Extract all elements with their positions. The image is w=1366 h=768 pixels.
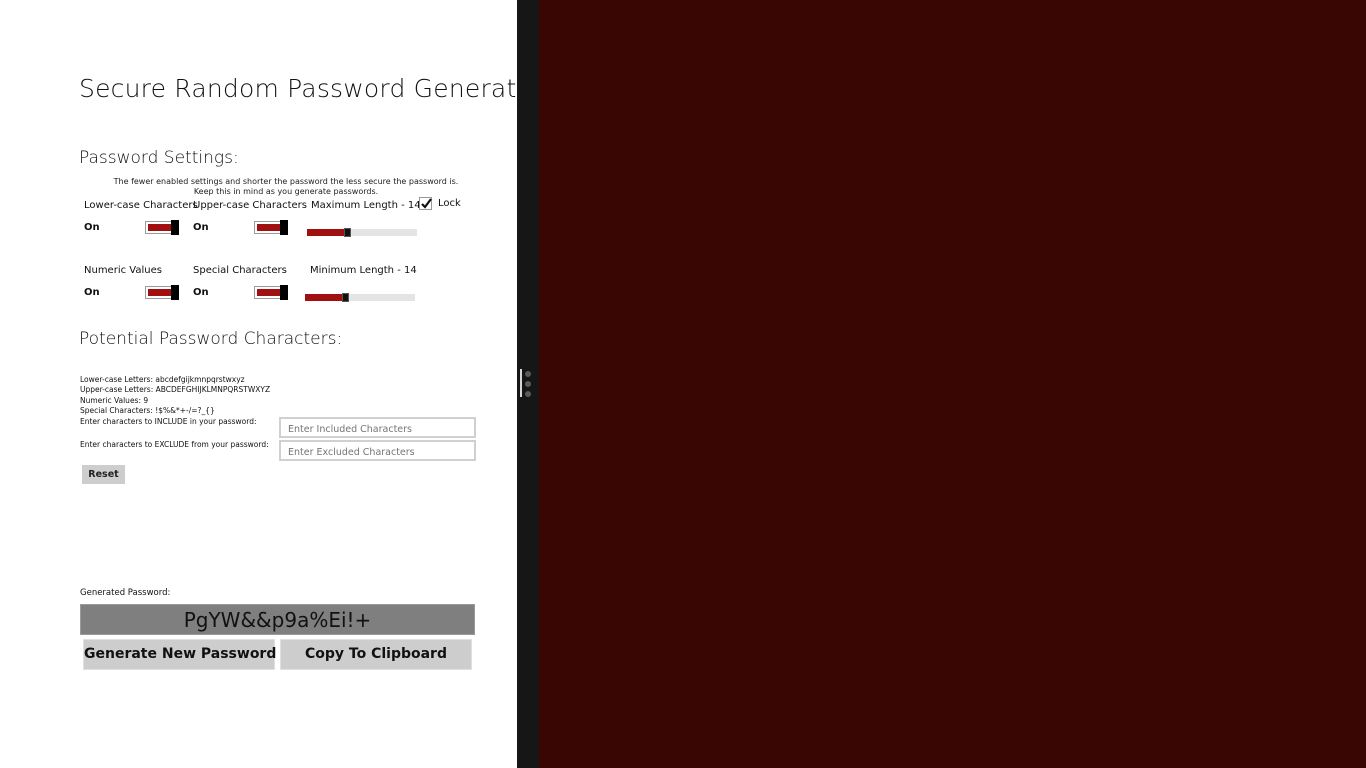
characters-heading: Potential Password Characters: <box>79 329 343 349</box>
settings-note-1: The fewer enabled settings and shorter t… <box>113 177 459 186</box>
max-length-label: Maximum Length - 14 <box>311 200 421 211</box>
lowercase-toggle[interactable] <box>145 220 179 235</box>
numeric-label: Numeric Values <box>84 265 162 276</box>
generate-password-button[interactable]: Generate New Password <box>83 639 276 670</box>
uppercase-label: Upper-case Characters <box>193 200 307 211</box>
grip-dot-icon <box>525 391 531 397</box>
settings-note-2: Keep this in mind as you generate passwo… <box>193 187 379 196</box>
generated-password-label: Generated Password: <box>80 588 171 598</box>
toggle-fill <box>148 224 172 231</box>
numeric-state: On <box>84 287 100 298</box>
uppercase-state: On <box>193 222 209 233</box>
secondary-app-area <box>539 0 1366 768</box>
snap-splitter[interactable] <box>517 0 539 768</box>
slider-thumb[interactable] <box>344 228 351 237</box>
lowercase-state: On <box>84 222 100 233</box>
toggle-thumb[interactable] <box>171 220 179 235</box>
slider-fill <box>307 229 347 236</box>
grip-dot-icon <box>525 371 531 377</box>
toggle-thumb[interactable] <box>280 220 288 235</box>
copy-to-clipboard-button[interactable]: Copy To Clipboard <box>280 639 472 670</box>
toggle-thumb[interactable] <box>171 285 179 300</box>
slider-fill <box>305 294 345 301</box>
uppercase-charset: Upper-case Letters: ABCDEFGHIJKLMNPQRSTW… <box>80 385 271 394</box>
min-length-label: Minimum Length - 14 <box>310 265 417 276</box>
toggle-fill <box>257 289 281 296</box>
toggle-fill <box>257 224 281 231</box>
lock-label: Lock <box>438 198 461 209</box>
lowercase-label: Lower-case Characters <box>84 200 198 211</box>
app-pane: Secure Random Password Generat.. Passwor… <box>0 0 533 768</box>
special-state: On <box>193 287 209 298</box>
special-label: Special Characters <box>193 265 287 276</box>
numeric-toggle[interactable] <box>145 285 179 300</box>
grip-dot-icon <box>525 381 531 387</box>
settings-heading: Password Settings: <box>79 148 239 168</box>
toggle-fill <box>148 289 172 296</box>
toggle-thumb[interactable] <box>280 285 288 300</box>
generated-password-display[interactable]: PgYW&&p9a%Ei!+ <box>80 604 475 635</box>
special-toggle[interactable] <box>254 285 288 300</box>
exclude-label: Enter characters to EXCLUDE from your pa… <box>80 440 269 449</box>
slider-thumb[interactable] <box>342 293 349 302</box>
max-length-slider[interactable] <box>307 228 417 237</box>
include-input[interactable] <box>279 417 476 438</box>
checkmark-icon <box>421 198 432 209</box>
special-charset: Special Characters: !$%&*+-/=?_{} <box>80 406 215 415</box>
lowercase-charset: Lower-case Letters: abcdefgijkmnpqrstwxy… <box>80 375 245 384</box>
uppercase-toggle[interactable] <box>254 220 288 235</box>
exclude-input[interactable] <box>279 440 476 461</box>
lock-checkbox[interactable] <box>419 197 432 210</box>
numeric-charset: Numeric Values: 9 <box>80 396 149 405</box>
include-label: Enter characters to INCLUDE in your pass… <box>80 417 257 426</box>
app-title: Secure Random Password Generat.. <box>79 74 533 103</box>
reset-button[interactable]: Reset <box>82 465 125 484</box>
splitter-bar <box>520 369 522 397</box>
min-length-slider[interactable] <box>305 293 415 302</box>
